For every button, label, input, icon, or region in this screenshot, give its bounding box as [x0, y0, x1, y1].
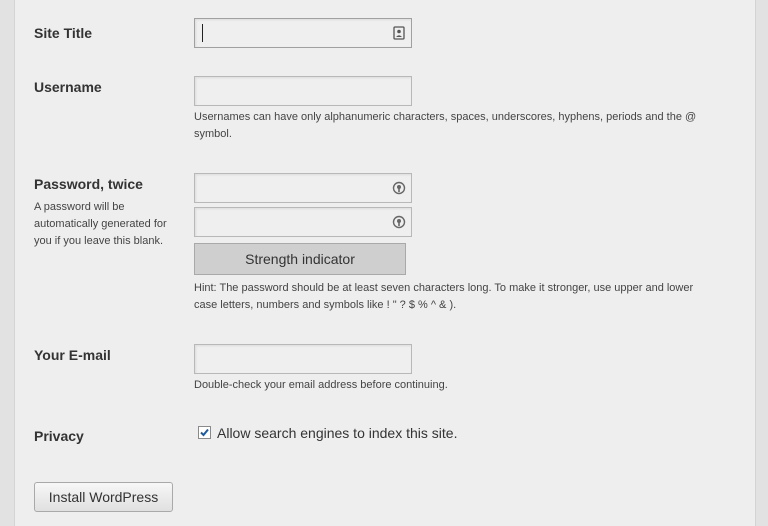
email-label: Your E-mail	[34, 347, 111, 363]
password-description: A password will be automatically generat…	[34, 201, 167, 247]
checkmark-icon	[200, 428, 209, 437]
password-label: Password, twice	[34, 176, 143, 192]
privacy-label: Privacy	[34, 428, 84, 444]
privacy-checkbox-label[interactable]: Allow search engines to index this site.	[217, 425, 457, 441]
username-hint: Usernames can have only alphanumeric cha…	[194, 111, 697, 140]
username-label: Username	[34, 79, 102, 95]
password-confirm-input[interactable]	[194, 207, 412, 237]
site-title-input[interactable]	[194, 18, 412, 48]
key-lock-icon	[392, 181, 406, 195]
contact-card-icon	[393, 26, 405, 40]
text-caret	[202, 24, 203, 42]
install-wordpress-button[interactable]: Install WordPress	[34, 482, 173, 512]
site-title-label: Site Title	[34, 25, 93, 41]
email-hint: Double-check your email address before c…	[194, 379, 448, 391]
password-strength-indicator: Strength indicator	[194, 243, 406, 275]
password-hint: Hint: The password should be at least se…	[194, 282, 694, 311]
password-input[interactable]	[194, 173, 412, 203]
username-input[interactable]	[194, 76, 412, 106]
email-input[interactable]	[194, 344, 412, 374]
privacy-checkbox[interactable]	[198, 426, 211, 439]
key-lock-icon	[392, 215, 406, 229]
